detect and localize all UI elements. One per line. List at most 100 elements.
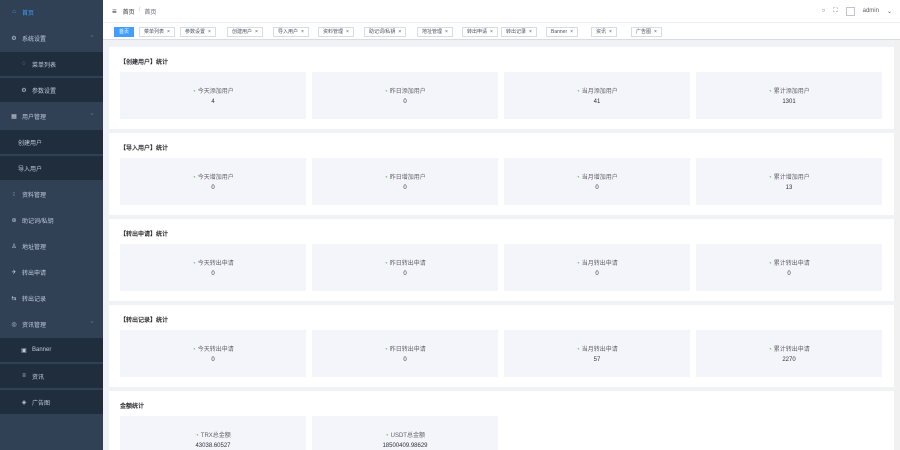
sidebar-item-6[interactable]: 导入用户 bbox=[0, 156, 103, 180]
stat-icon: ◔ bbox=[192, 89, 196, 95]
close-icon[interactable]: × bbox=[167, 29, 170, 35]
tab-3[interactable]: 创建用户 × bbox=[227, 27, 263, 37]
tab-6[interactable]: 助记词/私钥 × bbox=[364, 27, 407, 37]
stat-card: ◔ 今天添加用户 4 bbox=[120, 72, 306, 119]
stat-value: 0 bbox=[211, 357, 215, 363]
stat-value: 2270 bbox=[782, 357, 796, 363]
stat-card: ◔ 今天增加用户 0 bbox=[120, 158, 306, 205]
stat-label-row: ◔ 当月添加用户 bbox=[504, 86, 690, 95]
stat-card: ◔ 累计添加用户 1301 bbox=[696, 72, 882, 119]
sidebar-item-3[interactable]: ⚙ 参数设置 bbox=[0, 78, 103, 102]
tab-label: 助记词/私钥 bbox=[369, 29, 396, 35]
stat-label: 昨日转出申请 bbox=[389, 347, 426, 353]
close-icon[interactable]: × bbox=[346, 29, 349, 35]
navbar: ≡ 首页 / 首页 ○ ⛶ admin ⌄ bbox=[103, 0, 900, 22]
sidebar-item-9[interactable]: ♙ 地址管理 bbox=[0, 234, 103, 258]
ad-icon: ◈ bbox=[21, 399, 27, 406]
stat-card: ◔ 当月转出申请 57 bbox=[504, 330, 690, 377]
news-icon: ◎ bbox=[11, 321, 17, 328]
stat-card: ◔ 当月增加用户 0 bbox=[504, 158, 690, 205]
stat-card: ◔ 昨日转出申请 0 bbox=[312, 330, 498, 377]
sidebar-item-5[interactable]: 创建用户 bbox=[0, 130, 103, 154]
section-title: 【创建用户】统计 bbox=[120, 60, 169, 66]
sidebar-item-label: 菜单列表 bbox=[32, 62, 57, 69]
breadcrumb: 首页 / 首页 bbox=[123, 7, 157, 16]
stat-label: 累计添加用户 bbox=[773, 89, 810, 95]
tab-0[interactable]: 首页 bbox=[114, 27, 135, 37]
tab-11[interactable]: 资讯 × bbox=[591, 27, 617, 37]
sidebar-item-0[interactable]: ⌂ 首页 bbox=[0, 0, 103, 24]
sidebar-item-label: 转出记录 bbox=[22, 296, 47, 303]
stat-section: 【转出申请】统计 ◔ 今天转出申请 0 ◔ 昨日转出申请 0 ◔ 当月转出申请 0 ◔ 累计转出申请 0 bbox=[109, 219, 894, 301]
close-icon[interactable]: × bbox=[529, 29, 532, 35]
article-icon: ≡ bbox=[22, 373, 26, 379]
stat-value: 1301 bbox=[782, 99, 796, 105]
sidebar-item-11[interactable]: ⇆ 转出记录 bbox=[0, 286, 103, 310]
sidebar-item-label: 创建用户 bbox=[18, 140, 43, 147]
scrollbar[interactable] bbox=[894, 40, 900, 450]
close-icon[interactable]: × bbox=[570, 29, 573, 35]
tab-2[interactable]: 参数设置 × bbox=[180, 27, 216, 37]
sidebar-item-14[interactable]: ≡ 资讯 bbox=[0, 364, 103, 388]
tab-10[interactable]: Banner × bbox=[546, 27, 579, 37]
breadcrumb-home[interactable]: 首页 bbox=[123, 7, 135, 16]
close-icon[interactable]: × bbox=[255, 29, 258, 35]
tab-4[interactable]: 导入用户 × bbox=[273, 27, 309, 37]
stat-icon: ◔ bbox=[384, 347, 388, 353]
stat-value: 0 bbox=[211, 185, 215, 191]
home-icon: ⌂ bbox=[12, 9, 16, 15]
tab-label: 资料管理 bbox=[323, 29, 344, 35]
stat-label-row: ◔ 今天增加用户 bbox=[120, 172, 306, 181]
close-icon[interactable]: × bbox=[609, 29, 612, 35]
stat-value: 0 bbox=[595, 271, 599, 277]
hamburger-icon[interactable]: ≡ bbox=[112, 7, 117, 16]
sidebar-item-7[interactable]: ⁝ 资料管理 bbox=[0, 182, 103, 206]
section-title: 【导入用户】统计 bbox=[120, 146, 169, 152]
search-icon[interactable]: ○ bbox=[822, 8, 826, 14]
stat-label: 今天转出申请 bbox=[197, 347, 234, 353]
tab-label: 创建用户 bbox=[232, 29, 253, 35]
sidebar-item-10[interactable]: ✈ 转出申请 bbox=[0, 260, 103, 284]
close-icon[interactable]: × bbox=[490, 29, 493, 35]
sidebar-item-1[interactable]: ⚙ 系统设置 ⌃ bbox=[0, 26, 103, 50]
sidebar-item-4[interactable]: ▦ 用户管理 ⌃ bbox=[0, 104, 103, 128]
user-group-icon: ▦ bbox=[11, 113, 17, 120]
tab-label: 菜单列表 bbox=[144, 29, 165, 35]
sidebar-item-13[interactable]: ▣ Banner bbox=[0, 338, 103, 362]
stat-card: ◔ 昨日转出申请 0 bbox=[312, 244, 498, 291]
fullscreen-icon[interactable]: ⛶ bbox=[833, 8, 837, 15]
sidebar-item-label: 资讯 bbox=[32, 374, 45, 381]
close-icon[interactable]: × bbox=[301, 29, 304, 35]
stat-card: ◔ USDT总金额 18500409.98629 bbox=[312, 416, 498, 450]
asset-icon: ⁝ bbox=[13, 191, 15, 198]
stat-icon: ◔ bbox=[195, 433, 199, 439]
tab-9[interactable]: 转出记录 × bbox=[501, 27, 537, 37]
gear-icon: ⚙ bbox=[11, 35, 17, 42]
stat-label: 当月转出申请 bbox=[581, 261, 618, 267]
sidebar-item-15[interactable]: ◈ 广告图 bbox=[0, 390, 103, 414]
close-icon[interactable]: × bbox=[654, 29, 657, 35]
sidebar-item-12[interactable]: ◎ 资讯管理 ⌃ bbox=[0, 312, 103, 336]
user-name[interactable]: admin bbox=[863, 8, 879, 14]
section-title: 【转出记录】统计 bbox=[120, 318, 169, 324]
chevron-down-icon[interactable]: ⌄ bbox=[887, 8, 892, 15]
stat-icon: ◔ bbox=[385, 433, 389, 439]
tab-7[interactable]: 地址管理 × bbox=[417, 27, 453, 37]
avatar[interactable] bbox=[845, 6, 855, 16]
sidebar-item-2[interactable]: ◌ 菜单列表 bbox=[0, 52, 103, 76]
tab-1[interactable]: 菜单列表 × bbox=[139, 27, 175, 37]
stat-value: 0 bbox=[403, 271, 407, 277]
close-icon[interactable]: × bbox=[208, 29, 211, 35]
stat-card: ◔ 昨日增加用户 0 bbox=[312, 158, 498, 205]
tab-12[interactable]: 广告图 × bbox=[631, 27, 662, 37]
person-icon: ♙ bbox=[11, 243, 17, 250]
close-icon[interactable]: × bbox=[445, 29, 448, 35]
stat-label-row: ◔ 累计转出申请 bbox=[696, 344, 882, 353]
stat-section: 【导入用户】统计 ◔ 今天增加用户 0 ◔ 昨日增加用户 0 ◔ 当月增加用户 0 ◔ 累计增加用户 1… bbox=[109, 133, 894, 215]
close-icon[interactable]: × bbox=[398, 29, 401, 35]
sidebar-item-8[interactable]: ⊛ 助记词/私钥 bbox=[0, 208, 103, 232]
stat-icon: ◔ bbox=[192, 175, 196, 181]
stat-icon: ◔ bbox=[576, 175, 580, 181]
tab-8[interactable]: 转出申请 × bbox=[462, 27, 498, 37]
tab-5[interactable]: 资料管理 × bbox=[318, 27, 354, 37]
